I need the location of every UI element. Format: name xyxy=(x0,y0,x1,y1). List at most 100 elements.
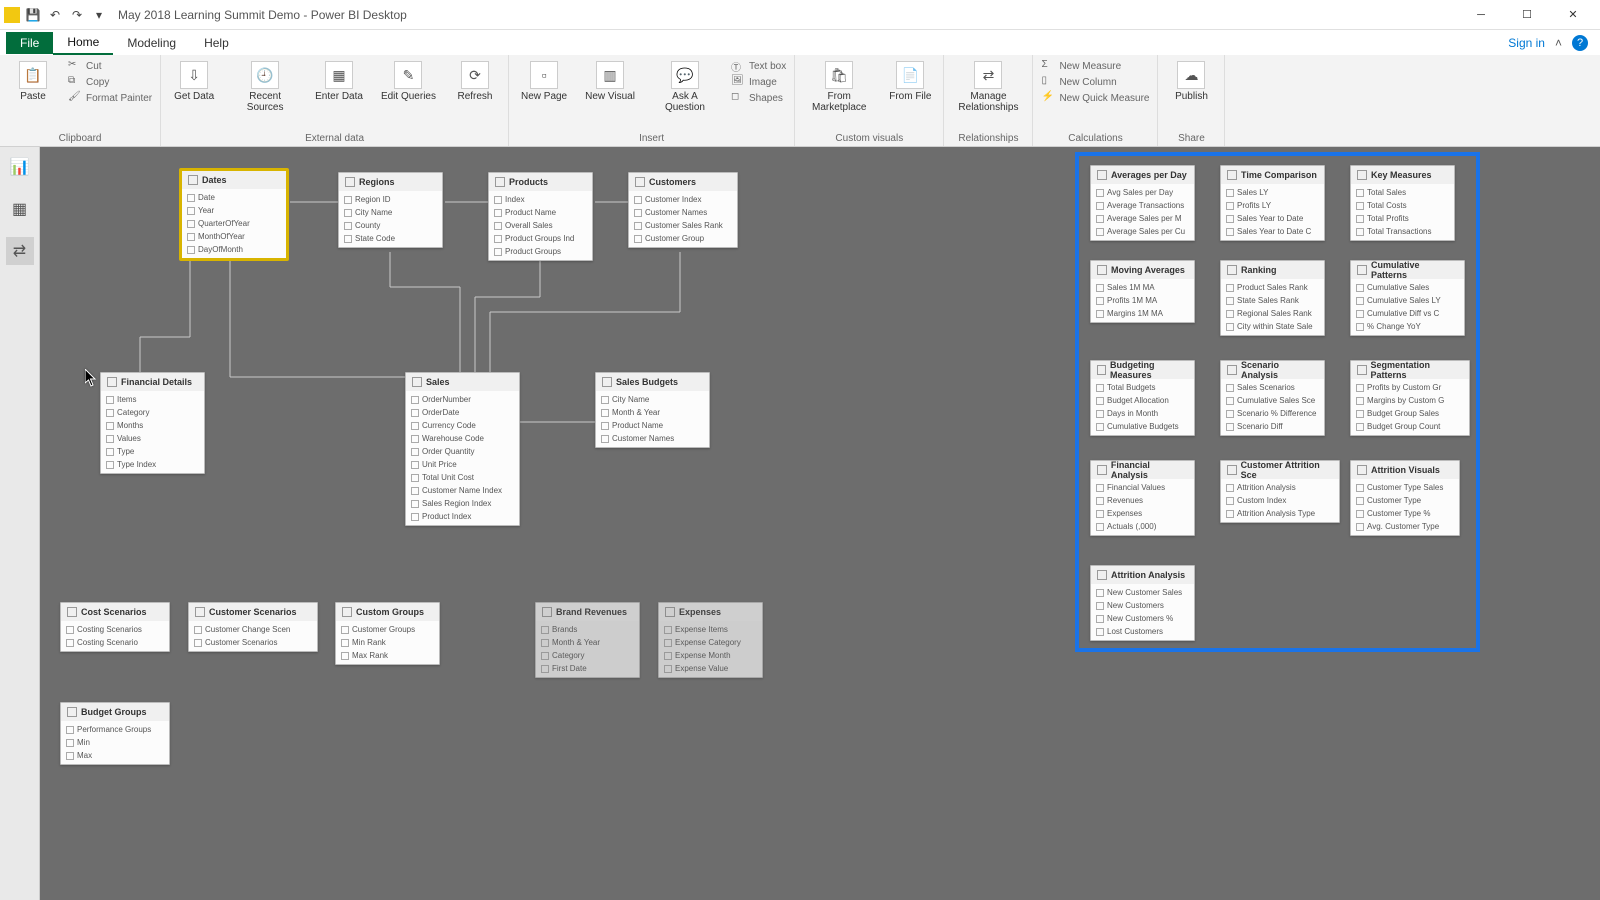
measure-ranking[interactable]: Ranking Product Sales RankState Sales Ra… xyxy=(1220,260,1325,336)
field-row[interactable]: Order Quantity xyxy=(406,445,519,458)
paste-button[interactable]: 📋Paste xyxy=(8,59,58,104)
cut-button[interactable]: ✂Cut xyxy=(68,59,152,73)
field-row[interactable]: Average Sales per Cu xyxy=(1091,225,1194,238)
field-row[interactable]: OrderNumber xyxy=(406,393,519,406)
qat-dropdown-icon[interactable]: ▾ xyxy=(92,8,106,22)
field-row[interactable]: Index xyxy=(489,193,592,206)
field-row[interactable]: Product Sales Rank xyxy=(1221,281,1324,294)
recent-sources-button[interactable]: 🕘Recent Sources xyxy=(229,59,301,115)
field-row[interactable]: Custom Index xyxy=(1221,494,1339,507)
field-row[interactable]: Budget Group Count xyxy=(1351,420,1469,433)
field-row[interactable]: Scenario Diff xyxy=(1221,420,1324,433)
help-icon[interactable]: ? xyxy=(1572,35,1588,51)
field-row[interactable]: Total Unit Cost xyxy=(406,471,519,484)
model-view-icon[interactable]: ⇄ xyxy=(6,237,34,265)
ask-question-button[interactable]: 💬Ask A Question xyxy=(649,59,721,115)
save-icon[interactable]: 💾 xyxy=(26,8,40,22)
field-row[interactable]: Actuals (,000) xyxy=(1091,520,1194,533)
field-row[interactable]: Values xyxy=(101,432,204,445)
field-row[interactable]: Cumulative Sales Sce xyxy=(1221,394,1324,407)
field-row[interactable]: Financial Values xyxy=(1091,481,1194,494)
model-canvas[interactable]: Dates DateYearQuarterOfYearMonthOfYearDa… xyxy=(40,147,1600,900)
new-column-button[interactable]: ▯New Column xyxy=(1041,75,1149,89)
field-row[interactable]: Attrition Analysis Type xyxy=(1221,507,1339,520)
field-row[interactable]: Budget Group Sales xyxy=(1351,407,1469,420)
field-row[interactable]: Customer Groups xyxy=(336,623,439,636)
field-row[interactable]: Region ID xyxy=(339,193,442,206)
table-budget-groups[interactable]: Budget Groups Performance GroupsMinMax xyxy=(60,702,170,765)
field-row[interactable]: Cumulative Sales xyxy=(1351,281,1464,294)
field-row[interactable]: State Sales Rank xyxy=(1221,294,1324,307)
table-regions[interactable]: Regions Region IDCity NameCountyState Co… xyxy=(338,172,443,248)
field-row[interactable]: Attrition Analysis xyxy=(1221,481,1339,494)
maximize-button[interactable]: ☐ xyxy=(1504,0,1550,30)
field-row[interactable]: Profits 1M MA xyxy=(1091,294,1194,307)
table-expenses[interactable]: Expenses Expense ItemsExpense CategoryEx… xyxy=(658,602,763,678)
field-row[interactable]: Product Name xyxy=(596,419,709,432)
field-row[interactable]: Customer Name Index xyxy=(406,484,519,497)
shapes-button[interactable]: ◻Shapes xyxy=(731,91,786,105)
field-row[interactable]: Cumulative Diff vs C xyxy=(1351,307,1464,320)
table-sales-budgets[interactable]: Sales Budgets City NameMonth & YearProdu… xyxy=(595,372,710,448)
field-row[interactable]: Items xyxy=(101,393,204,406)
new-quick-measure-button[interactable]: ⚡New Quick Measure xyxy=(1041,91,1149,105)
field-row[interactable]: Type xyxy=(101,445,204,458)
new-page-button[interactable]: ▫New Page xyxy=(517,59,571,104)
from-marketplace-button[interactable]: 🛍From Marketplace xyxy=(803,59,875,115)
field-row[interactable]: Customer Type % xyxy=(1351,507,1459,520)
field-row[interactable]: Profits LY xyxy=(1221,199,1324,212)
measure-segmentation-patterns[interactable]: Segmentation Patterns Profits by Custom … xyxy=(1350,360,1470,436)
field-row[interactable]: Expense Value xyxy=(659,662,762,675)
field-row[interactable]: Customer Type Sales xyxy=(1351,481,1459,494)
field-row[interactable]: Sales Region Index xyxy=(406,497,519,510)
refresh-button[interactable]: ⟳Refresh xyxy=(450,59,500,104)
field-row[interactable]: Total Costs xyxy=(1351,199,1454,212)
format-painter-button[interactable]: 🖌Format Painter xyxy=(68,91,152,105)
field-row[interactable]: Currency Code xyxy=(406,419,519,432)
field-row[interactable]: Customer Group xyxy=(629,232,737,245)
field-row[interactable]: Margins 1M MA xyxy=(1091,307,1194,320)
field-row[interactable]: First Date xyxy=(536,662,639,675)
measure-cumulative-patterns[interactable]: Cumulative Patterns Cumulative SalesCumu… xyxy=(1350,260,1465,336)
table-products[interactable]: Products IndexProduct NameOverall SalesP… xyxy=(488,172,593,261)
tab-modeling[interactable]: Modeling xyxy=(113,32,190,54)
field-row[interactable]: Product Groups xyxy=(489,245,592,258)
collapse-ribbon-icon[interactable]: ˄ xyxy=(1555,36,1562,50)
field-row[interactable]: Product Index xyxy=(406,510,519,523)
field-row[interactable]: Sales Year to Date xyxy=(1221,212,1324,225)
measure-moving-averages[interactable]: Moving Averages Sales 1M MAProfits 1M MA… xyxy=(1090,260,1195,323)
field-row[interactable]: Month & Year xyxy=(596,406,709,419)
table-financial-details[interactable]: Financial Details ItemsCategoryMonthsVal… xyxy=(100,372,205,474)
table-custom-groups[interactable]: Custom Groups Customer GroupsMin RankMax… xyxy=(335,602,440,665)
field-row[interactable]: Year xyxy=(182,204,286,217)
field-row[interactable]: Avg. Customer Type xyxy=(1351,520,1459,533)
field-row[interactable]: Category xyxy=(536,649,639,662)
copy-button[interactable]: ⧉Copy xyxy=(68,75,152,89)
measure-attrition-visuals[interactable]: Attrition Visuals Customer Type SalesCus… xyxy=(1350,460,1460,536)
field-row[interactable]: Performance Groups xyxy=(61,723,169,736)
publish-button[interactable]: ☁Publish xyxy=(1166,59,1216,104)
field-row[interactable]: Min xyxy=(61,736,169,749)
field-row[interactable]: Average Sales per M xyxy=(1091,212,1194,225)
close-button[interactable]: ✕ xyxy=(1550,0,1596,30)
field-row[interactable]: Sales LY xyxy=(1221,186,1324,199)
field-row[interactable]: City within State Sale xyxy=(1221,320,1324,333)
field-row[interactable]: Product Groups Ind xyxy=(489,232,592,245)
field-row[interactable]: Type Index xyxy=(101,458,204,471)
report-view-icon[interactable]: 📊 xyxy=(6,153,34,181)
field-row[interactable]: Customer Change Scen xyxy=(189,623,317,636)
table-dates[interactable]: Dates DateYearQuarterOfYearMonthOfYearDa… xyxy=(180,169,288,260)
get-data-button[interactable]: ⇩Get Data xyxy=(169,59,219,104)
field-row[interactable]: Date xyxy=(182,191,286,204)
field-row[interactable]: Margins by Custom G xyxy=(1351,394,1469,407)
field-row[interactable]: Scenario % Difference xyxy=(1221,407,1324,420)
field-row[interactable]: QuarterOfYear xyxy=(182,217,286,230)
field-row[interactable]: DayOfMonth xyxy=(182,243,286,256)
manage-relationships-button[interactable]: ⇄Manage Relationships xyxy=(952,59,1024,115)
field-row[interactable]: Days in Month xyxy=(1091,407,1194,420)
from-file-button[interactable]: 📄From File xyxy=(885,59,935,104)
field-row[interactable]: Profits by Custom Gr xyxy=(1351,381,1469,394)
field-row[interactable]: Overall Sales xyxy=(489,219,592,232)
data-view-icon[interactable]: ▦ xyxy=(6,195,34,223)
field-row[interactable]: Total Transactions xyxy=(1351,225,1454,238)
